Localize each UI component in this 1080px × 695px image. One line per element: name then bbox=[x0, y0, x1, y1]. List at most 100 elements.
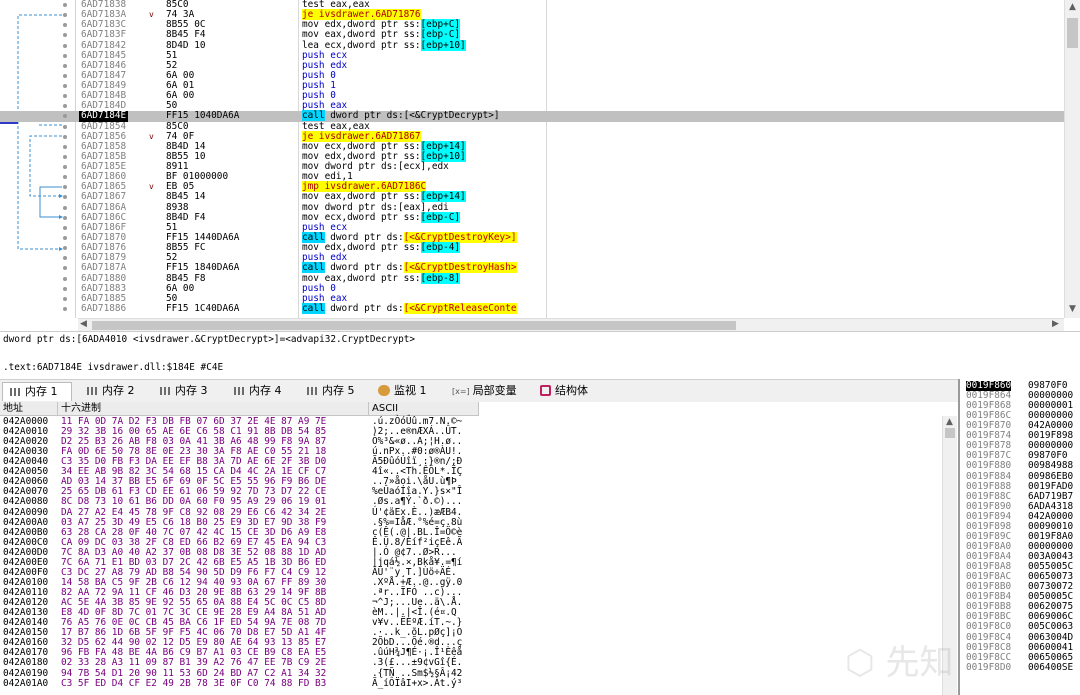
breakpoint-dot-icon[interactable] bbox=[63, 185, 67, 190]
column-header-address[interactable]: 地址 bbox=[0, 402, 58, 416]
breakpoint-dot-icon[interactable] bbox=[63, 165, 67, 170]
dump-hex-bytes[interactable]: C3 5F ED D4 CF E2 49 2B 78 3E 0F C0 74 8… bbox=[61, 678, 326, 689]
disasm-row[interactable]: 6AD71883 6A 00 push 0 bbox=[0, 283, 1064, 294]
breakpoint-dot-icon[interactable] bbox=[63, 33, 67, 38]
disasm-row[interactable]: 6AD71885 50 push eax bbox=[0, 293, 1064, 304]
disasm-row[interactable]: 6AD71879 52 push edx bbox=[0, 253, 1064, 263]
tab-memory-1[interactable]: 内存 1 bbox=[2, 382, 72, 401]
breakpoint-dot-icon[interactable] bbox=[63, 114, 67, 119]
disasm-row[interactable]: 6AD71858 8B4D 14 mov ecx,dword ptr ss:[ebp… bbox=[0, 140, 1064, 152]
breakpoint-dot-icon[interactable] bbox=[63, 276, 67, 281]
disasm-row[interactable]: 6AD71847 6A 00 push 0 bbox=[0, 70, 1064, 81]
disasm-row[interactable]: 6AD71856 v 74 0F je ivsdrawer.6AD71867 bbox=[0, 130, 1064, 142]
stack-pane[interactable]: 0019F860 09870F0 0019F864 00000000 0019F868 0… bbox=[958, 379, 1080, 695]
breakpoint-dot-icon[interactable] bbox=[63, 175, 67, 180]
breakpoint-dot-icon[interactable] bbox=[63, 246, 67, 251]
disasm-row[interactable]: 6AD71867 8B45 14 mov eax,dword ptr ss:[ebp… bbox=[0, 191, 1064, 203]
disasm-row[interactable]: 6AD7184B 6A 00 push 0 bbox=[0, 91, 1064, 101]
memory-icon bbox=[159, 385, 171, 396]
column-header-hex[interactable]: 十六进制 bbox=[58, 402, 369, 416]
tab-struct[interactable]: 结构体 bbox=[534, 382, 600, 400]
breakpoint-dot-icon[interactable] bbox=[63, 296, 67, 301]
breakpoint-dot-icon[interactable] bbox=[63, 256, 67, 261]
dump-row[interactable]: 042A0080 8C D8 73 10 61 B6 DD 0A 60 F0 95… bbox=[0, 497, 940, 507]
instruction-part: [ebp-C] bbox=[420, 211, 461, 223]
breakpoint-dot-icon[interactable] bbox=[63, 144, 67, 149]
tab-watch-1[interactable]: 监视 1 bbox=[372, 382, 442, 400]
breakpoint-dot-icon[interactable] bbox=[63, 286, 67, 291]
breakpoint-dot-icon[interactable] bbox=[63, 225, 67, 230]
breakpoint-dot-icon[interactable] bbox=[63, 23, 67, 28]
scroll-thumb[interactable] bbox=[1067, 18, 1078, 48]
disasm-row[interactable]: 6AD7184E FF15 1040DA6A call dword ptr ds:[… bbox=[0, 110, 1064, 122]
memory-icon bbox=[9, 386, 21, 397]
column-header-ascii[interactable]: ASCII bbox=[369, 402, 479, 416]
disasm-row[interactable]: 6AD7184D 50 push eax bbox=[0, 101, 1064, 111]
tab-memory-5[interactable]: 内存 5 bbox=[300, 382, 366, 400]
disasm-row[interactable]: 6AD71880 8B45 F8 mov eax,dword ptr ss:[ebp… bbox=[0, 272, 1064, 284]
disasm-row[interactable]: 6AD71860 BF 01000000 mov edi,1 bbox=[0, 172, 1064, 182]
disassembly-pane[interactable]: EIP 6AD7183885C0test eax,eax6AD7183Av74 … bbox=[0, 0, 1064, 318]
disasm-row[interactable]: 6AD7187A FF15 1840DA6A call dword ptr ds:[… bbox=[0, 262, 1064, 274]
disasm-row[interactable]: 6AD71845 51 push ecx bbox=[0, 50, 1064, 61]
breakpoint-dot-icon[interactable] bbox=[63, 63, 67, 68]
breakpoint-dot-icon[interactable] bbox=[63, 235, 67, 240]
disasm-row[interactable]: 6AD7186A 8938 mov dword ptr ds:[eax],edi bbox=[0, 202, 1064, 213]
scroll-up-icon[interactable]: ▲ bbox=[946, 417, 953, 427]
disasm-row[interactable]: 6AD71854 85C0 test eax,eax bbox=[0, 121, 1064, 132]
hex-dump-pane[interactable]: 地址 十六进制 ASCII 042A0000 11 FA 0D 7A D2 F3 … bbox=[0, 402, 958, 695]
disasm-row[interactable]: 6AD71838 85C0 test eax,eax bbox=[0, 0, 1064, 10]
stack-address: 0019F8D0 bbox=[966, 661, 1012, 673]
breakpoint-dot-icon[interactable] bbox=[63, 104, 67, 109]
breakpoint-dot-icon[interactable] bbox=[63, 266, 67, 271]
scroll-right-icon[interactable]: ▶ bbox=[1052, 319, 1059, 329]
breakpoint-dot-icon[interactable] bbox=[63, 94, 67, 99]
breakpoint-dot-icon[interactable] bbox=[63, 195, 67, 200]
dump-row[interactable]: 042A01A0 C3 5F ED D4 CF E2 49 2B 78 3E 0F… bbox=[0, 678, 940, 689]
scroll-thumb[interactable] bbox=[945, 428, 955, 438]
disasm-row[interactable]: 6AD71876 8B55 FC mov edx,dword ptr ss:[ebp… bbox=[0, 242, 1064, 254]
disassembly-vertical-scrollbar[interactable]: ▲ ▼ bbox=[1064, 0, 1080, 318]
disasm-row[interactable]: 6AD7183F 8B45 F4 mov eax,dword ptr ss:[ebp… bbox=[0, 29, 1064, 41]
disasm-row[interactable]: 6AD7186F 51 push ecx bbox=[0, 222, 1064, 233]
disasm-row[interactable]: 6AD7183A v 74 3A je ivsdrawer.6AD71876 bbox=[0, 9, 1064, 21]
jump-marker: v bbox=[149, 182, 154, 192]
breakpoint-dot-icon[interactable] bbox=[63, 306, 67, 311]
breakpoint-dot-icon[interactable] bbox=[63, 84, 67, 89]
breakpoint-dot-icon[interactable] bbox=[63, 124, 67, 129]
disasm-row[interactable]: 6AD71842 8D4D 10 lea ecx,dword ptr ss:[ebp… bbox=[0, 39, 1064, 51]
breakpoint-dot-icon[interactable] bbox=[63, 43, 67, 48]
tab-memory-4[interactable]: 内存 4 bbox=[227, 382, 293, 400]
disasm-row[interactable]: 6AD71865 v EB 05 jmp ivsdrawer.6AD7186C bbox=[0, 181, 1064, 193]
breakpoint-dot-icon[interactable] bbox=[63, 134, 67, 139]
disasm-row[interactable]: 6AD71849 6A 01 push 1 bbox=[0, 80, 1064, 91]
breakpoint-dot-icon[interactable] bbox=[63, 13, 67, 18]
disasm-row[interactable]: 6AD7185B 8B55 10 mov edx,dword ptr ss:[ebp… bbox=[0, 150, 1064, 162]
breakpoint-dot-icon[interactable] bbox=[63, 215, 67, 220]
disassembly-horizontal-scrollbar[interactable]: ◀ ▶ bbox=[78, 318, 1064, 332]
dump-row[interactable]: 042A0180 02 33 28 A3 11 09 87 B1 39 A2 76… bbox=[0, 658, 940, 668]
breakpoint-dot-icon[interactable] bbox=[63, 154, 67, 159]
breakpoint-dot-icon[interactable] bbox=[63, 3, 67, 7]
hscroll-thumb[interactable] bbox=[92, 321, 736, 330]
disasm-address: 6AD71886 bbox=[81, 302, 127, 314]
tab-memory-2[interactable]: 内存 2 bbox=[80, 382, 146, 400]
dump-ascii[interactable]: Ã_íÔÏâI+x>.Àt.ý³ bbox=[372, 678, 462, 689]
scroll-up-icon[interactable]: ▲ bbox=[1069, 2, 1076, 12]
scroll-left-icon[interactable]: ◀ bbox=[80, 319, 87, 329]
dump-ascii[interactable]: .3(£...±9¢vGî{É. bbox=[372, 658, 462, 668]
disasm-row[interactable]: 6AD71886 FF15 1C40DA6A call dword ptr ds:[… bbox=[0, 302, 1064, 314]
disasm-row[interactable]: 6AD7183C 8B55 0C mov edx,dword ptr ss:[ebp… bbox=[0, 19, 1064, 31]
breakpoint-dot-icon[interactable] bbox=[63, 53, 67, 58]
scroll-down-icon[interactable]: ▼ bbox=[1069, 304, 1076, 314]
tab-memory-3[interactable]: 内存 3 bbox=[153, 382, 219, 400]
disasm-row[interactable]: 6AD7186C 8B4D F4 mov ecx,dword ptr ss:[ebp… bbox=[0, 211, 1064, 223]
disasm-row[interactable]: 6AD71870 FF15 1440DA6A call dword ptr ds:[… bbox=[0, 231, 1064, 243]
disasm-row[interactable]: 6AD7185E 8911 mov dword ptr ds:[ecx],edx bbox=[0, 161, 1064, 172]
breakpoint-dot-icon[interactable] bbox=[63, 73, 67, 78]
tab-locals[interactable]: [x=] 局部变量 bbox=[446, 382, 528, 400]
dump-hex-bytes[interactable]: 02 33 28 A3 11 09 87 B1 39 A2 76 47 EE 7… bbox=[61, 658, 326, 668]
watch-icon bbox=[378, 385, 390, 396]
disasm-row[interactable]: 6AD71846 52 push edx bbox=[0, 60, 1064, 71]
breakpoint-dot-icon[interactable] bbox=[63, 205, 67, 210]
